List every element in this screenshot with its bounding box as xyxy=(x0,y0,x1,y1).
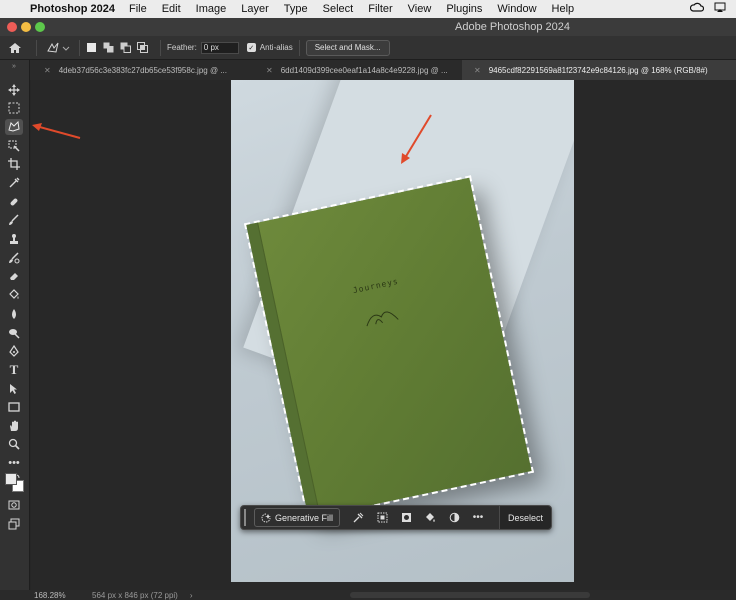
menu-edit[interactable]: Edit xyxy=(162,3,181,15)
drag-handle[interactable] xyxy=(244,509,249,526)
quick-mask-icon[interactable] xyxy=(5,497,23,513)
divider xyxy=(79,39,80,56)
pen-tool-icon[interactable] xyxy=(5,343,23,359)
airplay-icon[interactable] xyxy=(714,2,726,16)
tab-document-1[interactable]: ✕ 4deb37d56c3e383fc27db65ce53f958c.jpg @… xyxy=(32,60,254,80)
menu-layer[interactable]: Layer xyxy=(241,3,269,15)
eyedropper-tool-icon[interactable] xyxy=(5,175,23,191)
annotation-arrow-selection xyxy=(401,114,432,164)
adjustment-layer-icon[interactable] xyxy=(442,512,466,523)
generative-fill-label: Generative Fill xyxy=(275,512,334,523)
window-title: Adobe Photoshop 2024 xyxy=(455,21,570,33)
menu-image[interactable]: Image xyxy=(196,3,227,15)
color-swatches[interactable] xyxy=(4,470,26,492)
antialias-label: Anti-alias xyxy=(259,43,293,52)
close-tab-icon[interactable]: ✕ xyxy=(474,66,481,75)
add-to-selection-icon[interactable] xyxy=(103,42,114,53)
select-and-mask-button[interactable]: Select and Mask... xyxy=(305,39,390,56)
brush-tool-icon[interactable] xyxy=(5,212,23,228)
minimize-window-button[interactable] xyxy=(21,22,31,32)
window-titlebar: Adobe Photoshop 2024 xyxy=(0,18,736,36)
status-menu-chevron-icon[interactable]: › xyxy=(190,591,193,600)
tab-label: 4deb37d56c3e383fc27db65ce53f958c.jpg @ .… xyxy=(58,65,227,75)
eraser-tool-icon[interactable] xyxy=(5,268,23,284)
blur-tool-icon[interactable] xyxy=(5,306,23,322)
healing-brush-tool-icon[interactable] xyxy=(5,194,23,210)
feather-label: Feather: xyxy=(167,43,197,52)
zoom-window-button[interactable] xyxy=(35,22,45,32)
divider xyxy=(36,39,37,56)
tools-panel: » T ••• xyxy=(0,60,30,590)
menu-select[interactable]: Select xyxy=(323,3,354,15)
expand-panel-icon[interactable]: » xyxy=(5,62,23,70)
generative-fill-icon xyxy=(261,513,271,522)
screen-mode-icon[interactable] xyxy=(5,516,23,532)
annotation-arrow-tool xyxy=(32,123,81,139)
deselect-button[interactable]: Deselect xyxy=(498,506,551,529)
notebook-mountain-logo xyxy=(366,311,399,327)
antialias-checkbox[interactable]: ✓ xyxy=(246,43,256,52)
subtract-from-selection-icon[interactable] xyxy=(120,42,131,53)
create-mask-icon[interactable] xyxy=(394,512,418,523)
tab-label: 9465cdf82291569a81f23742e9c84126.jpg @ 1… xyxy=(488,65,708,75)
tool-preset-picker[interactable] xyxy=(43,42,73,54)
generative-fill-button[interactable]: Generative Fill xyxy=(254,508,341,527)
divider xyxy=(298,39,300,56)
modify-selection-icon[interactable] xyxy=(346,512,370,523)
menu-plugins[interactable]: Plugins xyxy=(446,3,482,15)
menu-window[interactable]: Window xyxy=(497,3,536,15)
menu-file[interactable]: File xyxy=(129,3,147,15)
options-bar: Feather: ✓ Anti-alias Select and Mask... xyxy=(0,36,736,60)
dodge-tool-icon[interactable] xyxy=(5,325,23,341)
divider xyxy=(160,39,161,56)
type-tool-icon[interactable]: T xyxy=(5,362,23,378)
creative-cloud-icon[interactable] xyxy=(689,2,705,16)
object-selection-tool-icon[interactable] xyxy=(5,138,23,154)
rectangle-tool-icon[interactable] xyxy=(5,399,23,415)
foreground-color-swatch[interactable] xyxy=(5,473,17,485)
fill-selection-icon[interactable] xyxy=(418,512,442,523)
menu-filter[interactable]: Filter xyxy=(368,3,392,15)
intersect-selection-icon[interactable] xyxy=(137,42,148,53)
home-icon[interactable] xyxy=(0,42,30,54)
move-tool-icon[interactable] xyxy=(5,82,23,98)
path-selection-tool-icon[interactable] xyxy=(5,381,23,397)
feather-input[interactable] xyxy=(200,41,239,54)
document-tabs: ✕ 4deb37d56c3e383fc27db65ce53f958c.jpg @… xyxy=(0,60,736,80)
macos-menubar: Photoshop 2024 File Edit Image Layer Typ… xyxy=(0,0,736,18)
polygonal-lasso-tool-icon[interactable] xyxy=(5,119,23,135)
menubar-status-icons xyxy=(689,2,726,16)
status-bar: 168.28% 564 px x 846 px (72 ppi) › xyxy=(0,590,736,600)
close-tab-icon[interactable]: ✕ xyxy=(266,66,273,75)
tab-label: 6dd1409d399cee0eaf1a14a8c4e9228.jpg @ ..… xyxy=(280,65,448,75)
zoom-tool-icon[interactable] xyxy=(5,436,23,452)
hand-tool-icon[interactable] xyxy=(5,418,23,434)
menu-view[interactable]: View xyxy=(408,3,432,15)
horizontal-scrollbar[interactable] xyxy=(350,592,590,598)
close-tab-icon[interactable]: ✕ xyxy=(44,66,51,75)
invert-selection-icon[interactable] xyxy=(370,512,394,523)
document-dimensions: 564 px x 846 px (72 ppi) xyxy=(92,590,178,600)
marquee-tool-icon[interactable] xyxy=(5,100,23,116)
crop-tool-icon[interactable] xyxy=(5,156,23,172)
contextual-task-bar: Generative Fill ••• Deselect xyxy=(240,505,552,530)
close-window-button[interactable] xyxy=(7,22,17,32)
app-menu[interactable]: Photoshop 2024 xyxy=(30,3,115,15)
tab-document-2[interactable]: ✕ 6dd1409d399cee0eaf1a14a8c4e9228.jpg @ … xyxy=(254,60,462,80)
more-tools-icon[interactable]: ••• xyxy=(5,455,23,471)
clone-stamp-tool-icon[interactable] xyxy=(5,231,23,247)
new-selection-icon[interactable] xyxy=(86,42,97,53)
tab-document-3[interactable]: ✕ 9465cdf82291569a81f23742e9c84126.jpg @… xyxy=(462,60,736,80)
history-brush-tool-icon[interactable] xyxy=(5,250,23,266)
menu-help[interactable]: Help xyxy=(552,3,575,15)
paint-bucket-tool-icon[interactable] xyxy=(5,287,23,303)
zoom-level[interactable]: 168.28% xyxy=(34,591,74,600)
menu-type[interactable]: Type xyxy=(284,3,308,15)
more-options-icon[interactable]: ••• xyxy=(466,512,490,523)
